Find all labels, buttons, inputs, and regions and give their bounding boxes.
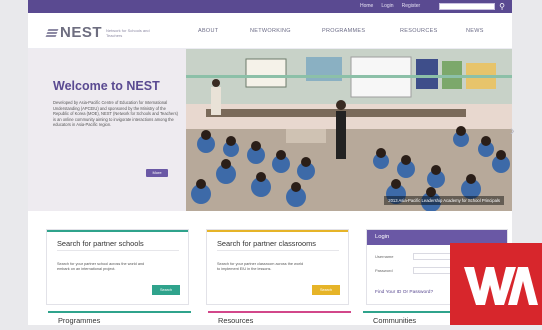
card-title: Search for partner classrooms [217,239,316,248]
search-input[interactable] [439,3,495,10]
search-classrooms-button[interactable]: Search [312,285,340,295]
site-logo[interactable]: NEST Network for Schools and Teachers [45,24,152,41]
hero-intro: Welcome to NEST Developed by Asia-Pacifi… [28,49,188,211]
nav-resources[interactable]: RESOURCES [400,28,466,34]
top-utility-bar: Home Login Register ⚲ [28,0,512,13]
logo-mark-icon [45,27,60,39]
content-area: Search for partner schools Search for yo… [28,211,512,325]
register-link[interactable]: Register [402,2,421,10]
watermark-logo [450,243,542,325]
site-header: NEST Network for Schools and Teachers AB… [28,13,512,49]
classroom-photo [186,49,512,211]
wa-logo-icon [464,267,538,305]
top-links: Home Login Register [360,2,420,10]
partner-classrooms-card: Search for partner classrooms Search for… [206,229,349,305]
nav-programmes[interactable]: PROGRAMMES [322,28,400,34]
hero-banner: Welcome to NEST Developed by Asia-Pacifi… [28,49,512,211]
username-label: Username [375,254,394,259]
section-accent-bar [48,311,191,313]
card-divider [217,250,339,251]
communities-section[interactable]: Communities [363,311,506,325]
slider-next-icon[interactable]: › [510,122,515,138]
section-accent-bar [208,311,351,313]
resources-section[interactable]: Resources [208,311,351,325]
card-divider [57,250,179,251]
search-schools-button[interactable]: Search [152,285,180,295]
nav-networking[interactable]: NETWORKING [250,28,322,34]
section-title: Communities [373,316,417,325]
card-title: Search for partner schools [57,239,144,248]
forgot-id-password-link[interactable]: Find Your ID Or Password? [375,290,433,295]
photo-caption: 2013 Asia-Pacific Leadership Academy for… [384,196,504,205]
partner-schools-card: Search for partner schools Search for yo… [46,229,189,305]
more-button[interactable]: More [146,169,168,177]
section-title: Resources [218,316,254,325]
nav-about[interactable]: ABOUT [198,28,250,34]
login-link[interactable]: Login [381,2,393,10]
card-description: Search for your partner school across th… [57,262,145,271]
section-title: Programmes [58,316,101,325]
card-description: Search for your partner classroom across… [217,262,304,271]
logo-text: NEST [60,24,103,41]
home-link[interactable]: Home [360,2,373,10]
card-accent-bar [47,230,188,232]
programmes-section[interactable]: Programmes [48,311,191,325]
main-nav: ABOUT NETWORKING PROGRAMMES RESOURCES NE… [198,28,484,34]
hero-title: Welcome to NEST [53,79,160,93]
hero-description: Developed by Asia-Pacific Centre of Educ… [53,100,178,128]
page: Home Login Register ⚲ NEST Network for S… [28,0,515,325]
hero-photo: 2013 Asia-Pacific Leadership Academy for… [186,49,512,211]
nav-news[interactable]: NEWS [466,28,484,34]
card-accent-bar [207,230,348,232]
password-label: Password [375,268,393,273]
logo-subtitle: Network for Schools and Teachers [106,27,150,38]
search-icon[interactable]: ⚲ [497,2,507,11]
